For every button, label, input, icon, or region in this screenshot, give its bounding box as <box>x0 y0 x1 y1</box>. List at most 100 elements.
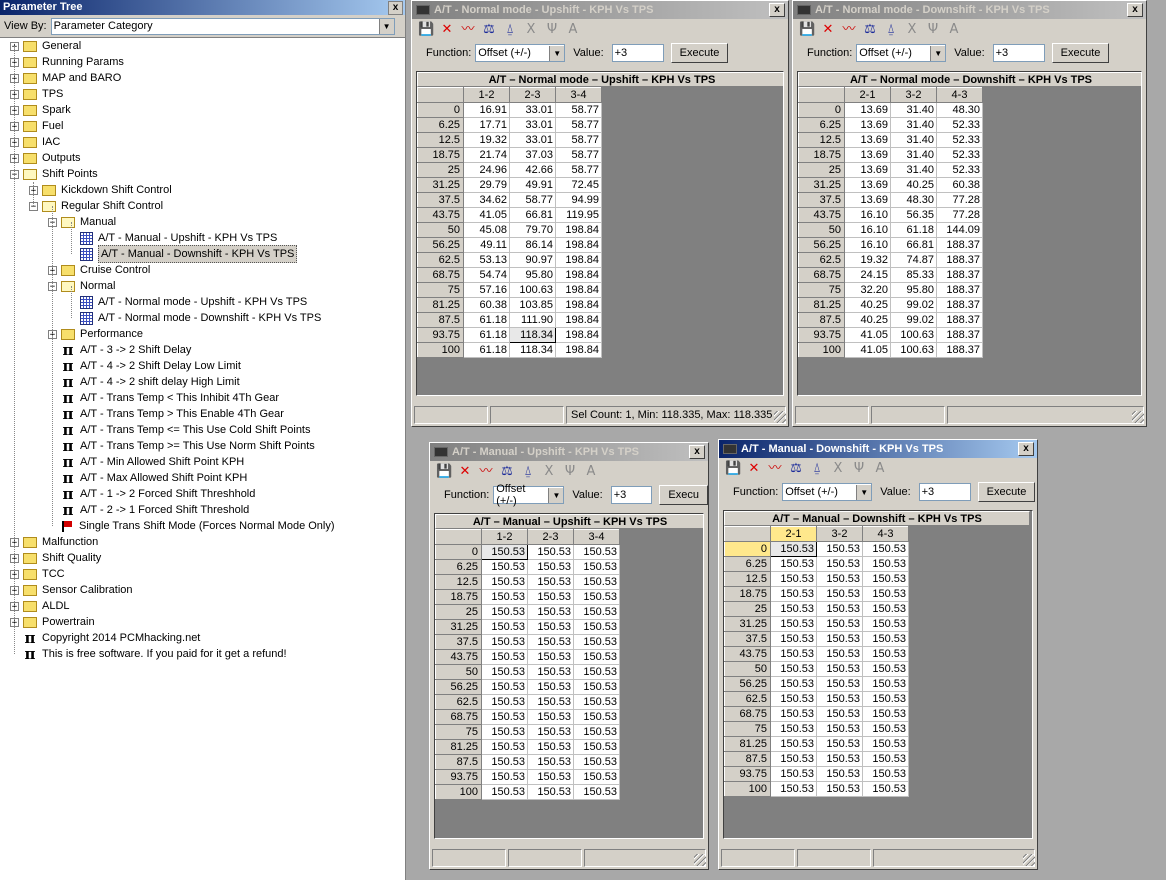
table-cell[interactable]: 100.63 <box>890 327 937 343</box>
table-cell[interactable]: 150.53 <box>481 694 528 710</box>
tree-item[interactable]: π A/T - Trans Temp >= This Use Norm Shift… <box>48 438 315 454</box>
table-cell[interactable]: 99.02 <box>890 312 937 328</box>
window-title-bar[interactable]: A/T - Manual - Downshift - KPH Vs TPS x <box>719 440 1037 458</box>
table-cell[interactable]: 150.53 <box>573 724 620 740</box>
function-select[interactable]: Offset (+/-) ▼ <box>782 483 873 501</box>
table-cell[interactable]: 150.53 <box>527 784 574 800</box>
row-header[interactable]: 43.75 <box>724 646 771 662</box>
column-header[interactable]: 3-4 <box>573 529 620 545</box>
value-input[interactable]: +3 <box>992 44 1045 62</box>
tree-item[interactable]: π A/T - Trans Temp > This Enable 4Th Gear <box>48 406 284 422</box>
table-cell[interactable]: 150.53 <box>862 736 909 752</box>
table-cell[interactable]: 60.38 <box>936 177 983 193</box>
table-cell[interactable]: 40.25 <box>844 312 891 328</box>
table-cell[interactable]: 52.33 <box>936 117 983 133</box>
table-cell[interactable]: 150.53 <box>527 724 574 740</box>
table-cell[interactable]: 150.53 <box>481 589 528 605</box>
row-header[interactable]: 0 <box>724 541 771 557</box>
resize-grip-icon[interactable] <box>694 854 706 866</box>
column-header[interactable]: 4-3 <box>862 526 909 542</box>
table-cell[interactable]: 150.53 <box>770 736 817 752</box>
execute-button[interactable]: Execu <box>659 485 708 505</box>
row-header[interactable]: 100 <box>724 781 771 797</box>
table-cell[interactable]: 40.25 <box>890 177 937 193</box>
table-cell[interactable]: 198.84 <box>555 282 602 298</box>
table-cell[interactable]: 150.53 <box>527 754 574 770</box>
table-cell[interactable]: 95.80 <box>509 267 556 283</box>
table-cell[interactable]: 150.53 <box>481 604 528 620</box>
table-cell[interactable]: 100.63 <box>509 282 556 298</box>
table-cell[interactable]: 150.53 <box>573 559 620 575</box>
row-header[interactable]: 93.75 <box>417 327 464 343</box>
column-header[interactable]: 1-2 <box>481 529 528 545</box>
chevron-down-icon[interactable]: ▼ <box>378 18 394 34</box>
table-cell[interactable]: 150.53 <box>770 556 817 572</box>
table-cell[interactable]: 150.53 <box>770 706 817 722</box>
clear-icon[interactable]: Ⅹ <box>541 464 557 480</box>
window-title-bar[interactable]: A/T - Manual - Upshift - KPH Vs TPS x <box>430 443 708 461</box>
row-header[interactable]: 100 <box>435 784 482 800</box>
table-cell[interactable]: 150.53 <box>816 616 863 632</box>
row-header[interactable]: 31.25 <box>724 616 771 632</box>
tree-item[interactable]: + Powertrain <box>10 614 95 630</box>
column-header[interactable]: 3-2 <box>816 526 863 542</box>
table-cell[interactable]: 150.53 <box>527 739 574 755</box>
column-header[interactable]: 3-2 <box>890 87 937 103</box>
font-icon[interactable]: A <box>565 22 581 38</box>
execute-button[interactable]: Execute <box>977 482 1036 502</box>
table-cell[interactable]: 150.53 <box>816 781 863 797</box>
table-cell[interactable]: 40.25 <box>844 297 891 313</box>
table-cell[interactable]: 16.91 <box>463 102 510 118</box>
table-cell[interactable]: 150.53 <box>481 619 528 635</box>
table-cell[interactable]: 52.33 <box>936 132 983 148</box>
row-header[interactable]: 93.75 <box>798 327 845 343</box>
tree-item[interactable]: + TPS <box>10 86 63 102</box>
table-cell[interactable]: 198.84 <box>555 342 602 358</box>
column-header[interactable]: 2-3 <box>527 529 574 545</box>
table-cell[interactable]: 57.16 <box>463 282 510 298</box>
table-cell[interactable]: 150.53 <box>481 664 528 680</box>
table-cell[interactable]: 24.15 <box>844 267 891 283</box>
row-header[interactable]: 81.25 <box>435 739 482 755</box>
tree-item[interactable]: − Manual <box>48 214 116 230</box>
table-cell[interactable]: 188.37 <box>936 282 983 298</box>
tree-item[interactable]: + Running Params <box>10 54 124 70</box>
table-cell[interactable]: 150.53 <box>481 724 528 740</box>
row-header[interactable]: 68.75 <box>417 267 464 283</box>
table-cell[interactable]: 41.05 <box>844 327 891 343</box>
row-header[interactable]: 50 <box>724 661 771 677</box>
table-cell[interactable]: 13.69 <box>844 162 891 178</box>
table-cell[interactable]: 103.85 <box>509 297 556 313</box>
table-cell[interactable]: 188.37 <box>936 312 983 328</box>
row-header[interactable]: 56.25 <box>724 676 771 692</box>
tree-item[interactable]: + Performance <box>48 326 143 342</box>
font-icon[interactable]: A <box>583 464 599 480</box>
table-cell[interactable]: 150.53 <box>481 754 528 770</box>
table-cell[interactable]: 150.53 <box>573 544 620 560</box>
table-cell[interactable]: 150.53 <box>770 661 817 677</box>
table-cell[interactable]: 150.53 <box>816 706 863 722</box>
table-cell[interactable]: 188.37 <box>936 267 983 283</box>
table-cell[interactable]: 119.95 <box>555 207 602 223</box>
table-cell[interactable]: 13.69 <box>844 177 891 193</box>
table-cell[interactable]: 150.53 <box>527 634 574 650</box>
table-cell[interactable]: 150.53 <box>816 766 863 782</box>
table-cell[interactable]: 16.10 <box>844 237 891 253</box>
row-header[interactable]: 62.5 <box>417 252 464 268</box>
table-cell[interactable]: 150.53 <box>573 784 620 800</box>
table-cell[interactable]: 150.53 <box>770 616 817 632</box>
table-cell[interactable]: 150.53 <box>573 664 620 680</box>
tree-item[interactable]: + Kickdown Shift Control <box>29 182 172 198</box>
row-header[interactable]: 50 <box>798 222 845 238</box>
table-cell[interactable]: 118.34 <box>509 342 556 358</box>
save-icon[interactable]: 💾 <box>799 22 815 38</box>
table-cell[interactable]: 150.53 <box>573 754 620 770</box>
trace-icon[interactable]: ⍙ <box>502 22 518 38</box>
tree-item[interactable]: π A/T - Max Allowed Shift Point KPH <box>48 470 248 486</box>
tree-item[interactable]: + Cruise Control <box>48 262 150 278</box>
table-cell[interactable]: 16.10 <box>844 222 891 238</box>
tree-item[interactable]: + Spark <box>10 102 71 118</box>
execute-button[interactable]: Execute <box>670 43 729 63</box>
close-icon[interactable]: x <box>388 1 403 15</box>
table-cell[interactable]: 45.08 <box>463 222 510 238</box>
